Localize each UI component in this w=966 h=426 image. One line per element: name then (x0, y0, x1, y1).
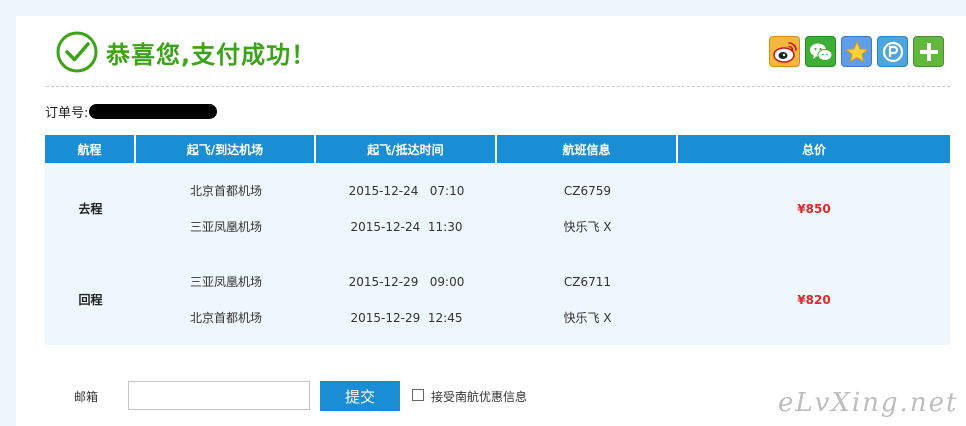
qzone-icon[interactable] (841, 36, 872, 67)
payment-success-panel: 恭喜您,支付成功！ 订单号: 航程 起飞/到达机场 起飞/抵达时间 航班信息 总… (16, 16, 966, 426)
email-label: 邮箱 (74, 390, 99, 404)
times-cell: 2015-12-29 09:00 2015-12-29 12:45 (316, 254, 497, 345)
trip-price: ¥850 (797, 201, 831, 216)
more-share-icon[interactable] (913, 36, 944, 67)
column-header: 航程 (45, 135, 136, 163)
departure-airport: 三亚凤凰机场 (189, 274, 262, 289)
airports-cell: 北京首都机场 三亚凤凰机场 (136, 163, 316, 254)
column-header: 航班信息 (497, 135, 678, 163)
email-input[interactable] (128, 381, 310, 410)
flight-number: CZ6759 (563, 183, 612, 198)
arrival-airport: 北京首都机场 (189, 310, 262, 325)
order-number: 订单号: (45, 102, 218, 121)
times-cell: 2015-12-24 07:10 2015-12-24 11:30 (316, 163, 497, 254)
departure-time: 2015-12-24 07:10 (348, 183, 465, 198)
order-number-label: 订单号: (45, 106, 89, 121)
flight-table: 航程 起飞/到达机场 起飞/抵达时间 航班信息 总价 去程 北京首都机场 三亚凤… (45, 135, 950, 345)
flight-number: CZ6711 (563, 274, 612, 289)
trip-direction: 回程 (78, 293, 103, 307)
arrival-time: 2015-12-24 11:30 (350, 219, 463, 234)
table-row: 回程 三亚凤凰机场 北京首都机场 2015-12-29 09:00 2015-1… (45, 254, 950, 345)
fare-type: 快乐飞 X (563, 219, 612, 234)
departure-time: 2015-12-29 09:00 (348, 274, 465, 289)
share-bar (769, 36, 944, 68)
table-body: 去程 北京首都机场 三亚凤凰机场 2015-12-24 07:10 2015-1… (45, 163, 950, 345)
trip-price: ¥820 (797, 292, 831, 307)
fare-type: 快乐飞 X (563, 310, 612, 325)
header-divider (46, 86, 950, 87)
departure-airport: 北京首都机场 (189, 183, 262, 198)
submit-button[interactable]: 提交 (320, 381, 400, 411)
check-circle-icon (56, 31, 98, 73)
column-header: 总价 (801, 142, 826, 157)
wechat-icon[interactable] (805, 36, 836, 67)
order-number-redacted (89, 104, 218, 119)
column-header: 起飞/抵达时间 (316, 135, 497, 163)
pengyou-icon[interactable] (877, 36, 908, 67)
column-header: 起飞/到达机场 (136, 135, 316, 163)
weibo-icon[interactable] (769, 36, 800, 67)
arrival-time: 2015-12-29 12:45 (350, 310, 463, 325)
flight-cell: CZ6759 快乐飞 X (497, 163, 678, 254)
flight-cell: CZ6711 快乐飞 X (497, 254, 678, 345)
table-header: 航程 起飞/到达机场 起飞/抵达时间 航班信息 总价 (45, 135, 950, 163)
trip-direction: 去程 (78, 202, 103, 216)
page-title: 恭喜您,支付成功！ (106, 41, 317, 69)
arrival-airport: 三亚凤凰机场 (189, 219, 262, 234)
airports-cell: 三亚凤凰机场 北京首都机场 (136, 254, 316, 345)
accept-promo-checkbox[interactable] (412, 389, 424, 401)
table-row: 去程 北京首都机场 三亚凤凰机场 2015-12-24 07:10 2015-1… (45, 163, 950, 254)
site-watermark: eLvXing.net (778, 388, 959, 418)
accept-promo-label[interactable]: 接受南航优惠信息 (431, 388, 527, 405)
